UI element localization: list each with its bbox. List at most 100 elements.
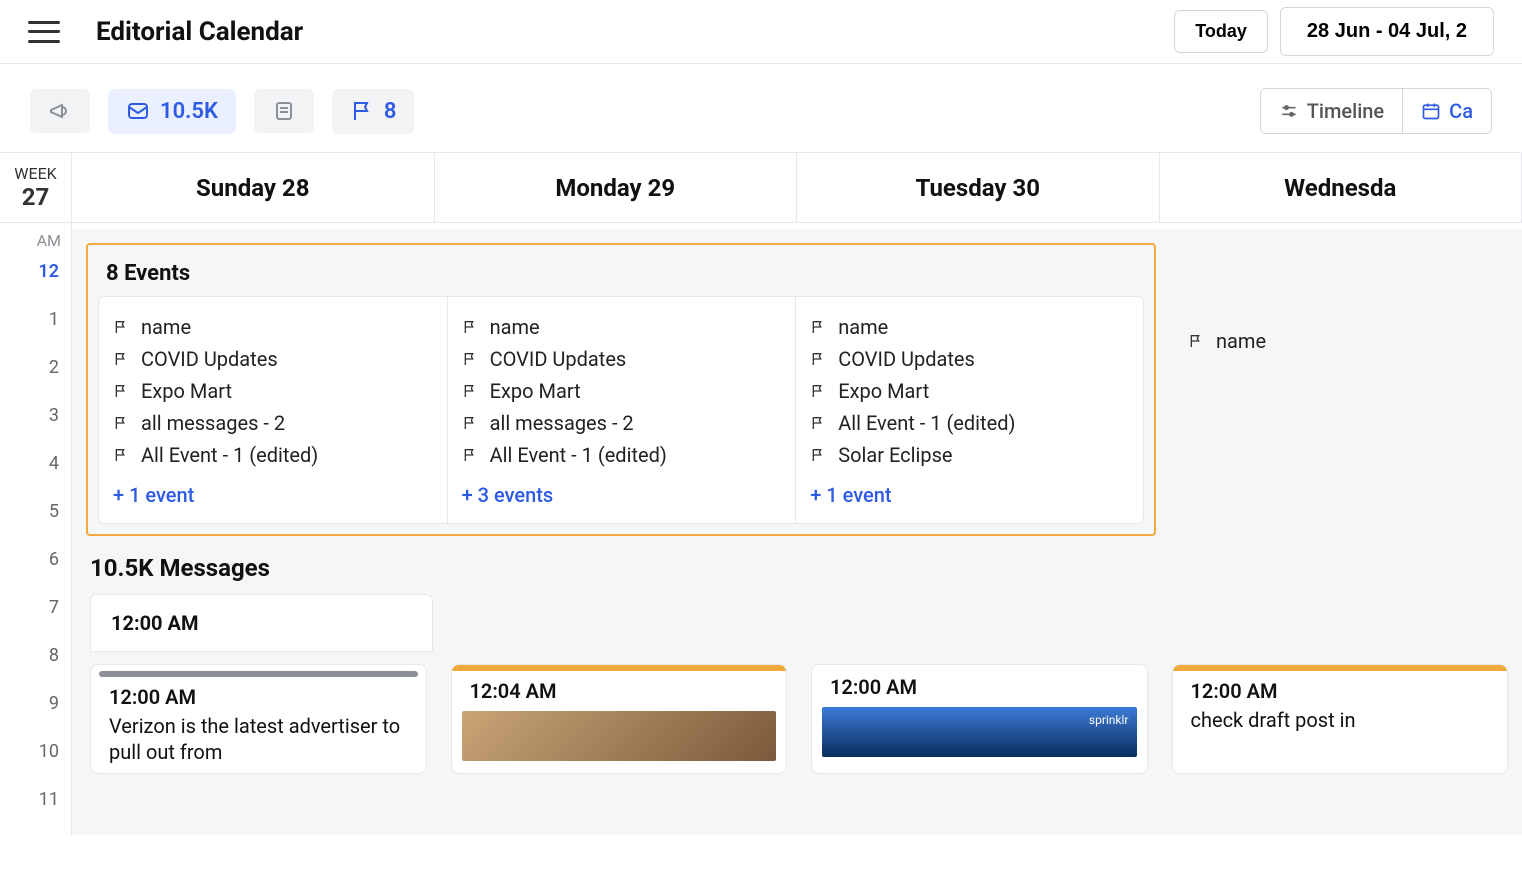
event-label: name	[490, 315, 540, 339]
days-area: Sunday 28 Monday 29 Tuesday 30 Wednesda …	[72, 153, 1522, 835]
calendar-icon	[1421, 101, 1441, 121]
time-slot: 10	[0, 739, 71, 787]
event-label: COVID Updates	[141, 347, 278, 371]
today-button[interactable]: Today	[1174, 10, 1268, 53]
week-number: 27	[22, 183, 50, 211]
message-time: 12:00 AM	[812, 675, 1147, 703]
time-slot: 1	[0, 307, 71, 355]
time-slot: 4	[0, 451, 71, 499]
message-time: 12:04 AM	[452, 679, 787, 707]
event-label: Expo Mart	[490, 379, 581, 403]
time-slot: 11	[0, 787, 71, 835]
event-line[interactable]: Solar Eclipse	[810, 439, 1129, 471]
week-number-cell: WEEK 27	[0, 153, 71, 223]
message-card[interactable]: 12:04 AM	[451, 664, 788, 774]
day-header-wednesday[interactable]: Wednesda	[1160, 153, 1522, 223]
announce-button[interactable]	[30, 89, 90, 133]
event-card-wednesday[interactable]: name	[1174, 311, 1522, 373]
event-line[interactable]: all messages - 2	[113, 407, 433, 439]
mail-count-label: 10.5K	[160, 99, 218, 124]
more-events-link[interactable]: + 1 event	[810, 471, 1129, 507]
messages-time-header: 12:00 AM	[90, 594, 433, 652]
time-slot: 12	[0, 259, 71, 307]
event-label: all messages - 2	[141, 411, 285, 435]
event-card[interactable]: name COVID Updates Expo Mart all messages -…	[98, 296, 447, 524]
message-text: check draft post in	[1173, 707, 1508, 733]
flag-count-chip[interactable]: 8	[332, 89, 415, 134]
message-status-bar	[1173, 665, 1508, 671]
messages-section-title: 10.5K Messages	[90, 540, 1508, 594]
event-label: COVID Updates	[838, 347, 975, 371]
time-axis: WEEK 27 AM 121234567891011	[0, 153, 72, 835]
event-label: all messages - 2	[490, 411, 634, 435]
calendar-body: 8 Events name COVID Updates Expo Mart all m…	[72, 229, 1522, 835]
notes-icon	[272, 99, 296, 123]
time-slot: 6	[0, 547, 71, 595]
time-slot: 9	[0, 691, 71, 739]
events-section-title: 8 Events	[88, 245, 1154, 296]
megaphone-icon	[48, 99, 72, 123]
message-card[interactable]: 12:00 AM	[811, 664, 1148, 774]
calendar-view-button[interactable]: Ca	[1402, 89, 1491, 133]
app-header: Editorial Calendar Today 28 Jun - 04 Jul…	[0, 0, 1522, 64]
events-section: 8 Events name COVID Updates Expo Mart all m…	[86, 243, 1156, 536]
message-card[interactable]: 12:00 AMcheck draft post in	[1172, 664, 1509, 774]
event-label: COVID Updates	[490, 347, 627, 371]
flag-count-label: 8	[384, 99, 397, 124]
message-status-bar	[99, 671, 418, 677]
event-label: Expo Mart	[838, 379, 929, 403]
event-line[interactable]: Expo Mart	[113, 375, 433, 407]
message-thumbnail	[462, 711, 777, 761]
event-label: Expo Mart	[141, 379, 232, 403]
am-label: AM	[0, 223, 71, 259]
date-range-button[interactable]: 28 Jun - 04 Jul, 2	[1280, 7, 1494, 56]
message-text: Verizon is the latest advertiser to pull…	[91, 713, 426, 765]
event-label: name	[1216, 329, 1266, 353]
time-slot: 5	[0, 499, 71, 547]
event-label: All Event - 1 (edited)	[490, 443, 667, 467]
event-card[interactable]: name COVID Updates Expo Mart all messages -…	[447, 296, 796, 524]
calendar-grid: WEEK 27 AM 121234567891011 Sunday 28 Mon…	[0, 152, 1522, 835]
event-line[interactable]: name	[113, 311, 433, 343]
event-label: name	[838, 315, 888, 339]
event-card[interactable]: name COVID Updates Expo Mart All Event - 1 …	[795, 296, 1144, 524]
time-slot: 7	[0, 595, 71, 643]
day-header-tuesday[interactable]: Tuesday 30	[797, 153, 1160, 223]
event-line[interactable]: Expo Mart	[810, 375, 1129, 407]
message-card[interactable]: 12:00 AMVerizon is the latest advertiser…	[90, 664, 427, 774]
time-slot: 8	[0, 643, 71, 691]
event-line[interactable]: All Event - 1 (edited)	[462, 439, 782, 471]
toolbar: 10.5K 8 Timeline Ca	[0, 64, 1522, 152]
calendar-label: Ca	[1449, 99, 1473, 123]
sliders-icon	[1279, 101, 1299, 121]
event-line[interactable]: all messages - 2	[462, 407, 782, 439]
messages-section: 10.5K Messages 12:00 AM 12:00 AMVerizon …	[86, 536, 1522, 774]
message-status-bar	[452, 665, 787, 671]
event-line[interactable]: Expo Mart	[462, 375, 782, 407]
more-events-link[interactable]: + 3 events	[462, 471, 782, 507]
event-line[interactable]: COVID Updates	[810, 343, 1129, 375]
menu-icon[interactable]	[28, 21, 60, 43]
event-label: Solar Eclipse	[838, 443, 952, 467]
page-title: Editorial Calendar	[96, 17, 303, 47]
day-header-sunday[interactable]: Sunday 28	[72, 153, 435, 223]
more-events-link[interactable]: + 1 event	[113, 471, 433, 507]
mail-count-chip[interactable]: 10.5K	[108, 89, 236, 134]
flag-icon	[350, 99, 374, 123]
event-label: All Event - 1 (edited)	[141, 443, 318, 467]
time-slot: 3	[0, 403, 71, 451]
day-header-monday[interactable]: Monday 29	[435, 153, 798, 223]
event-line[interactable]: name	[810, 311, 1129, 343]
event-line[interactable]: COVID Updates	[462, 343, 782, 375]
timeline-view-button[interactable]: Timeline	[1261, 89, 1402, 133]
event-line[interactable]: name	[1188, 325, 1508, 357]
notes-button[interactable]	[254, 89, 314, 133]
week-label: WEEK	[14, 164, 56, 183]
event-line[interactable]: All Event - 1 (edited)	[113, 439, 433, 471]
mail-icon	[126, 99, 150, 123]
message-time: 12:00 AM	[1173, 679, 1508, 707]
event-line[interactable]: name	[462, 311, 782, 343]
event-line[interactable]: COVID Updates	[113, 343, 433, 375]
time-slot: 2	[0, 355, 71, 403]
event-line[interactable]: All Event - 1 (edited)	[810, 407, 1129, 439]
